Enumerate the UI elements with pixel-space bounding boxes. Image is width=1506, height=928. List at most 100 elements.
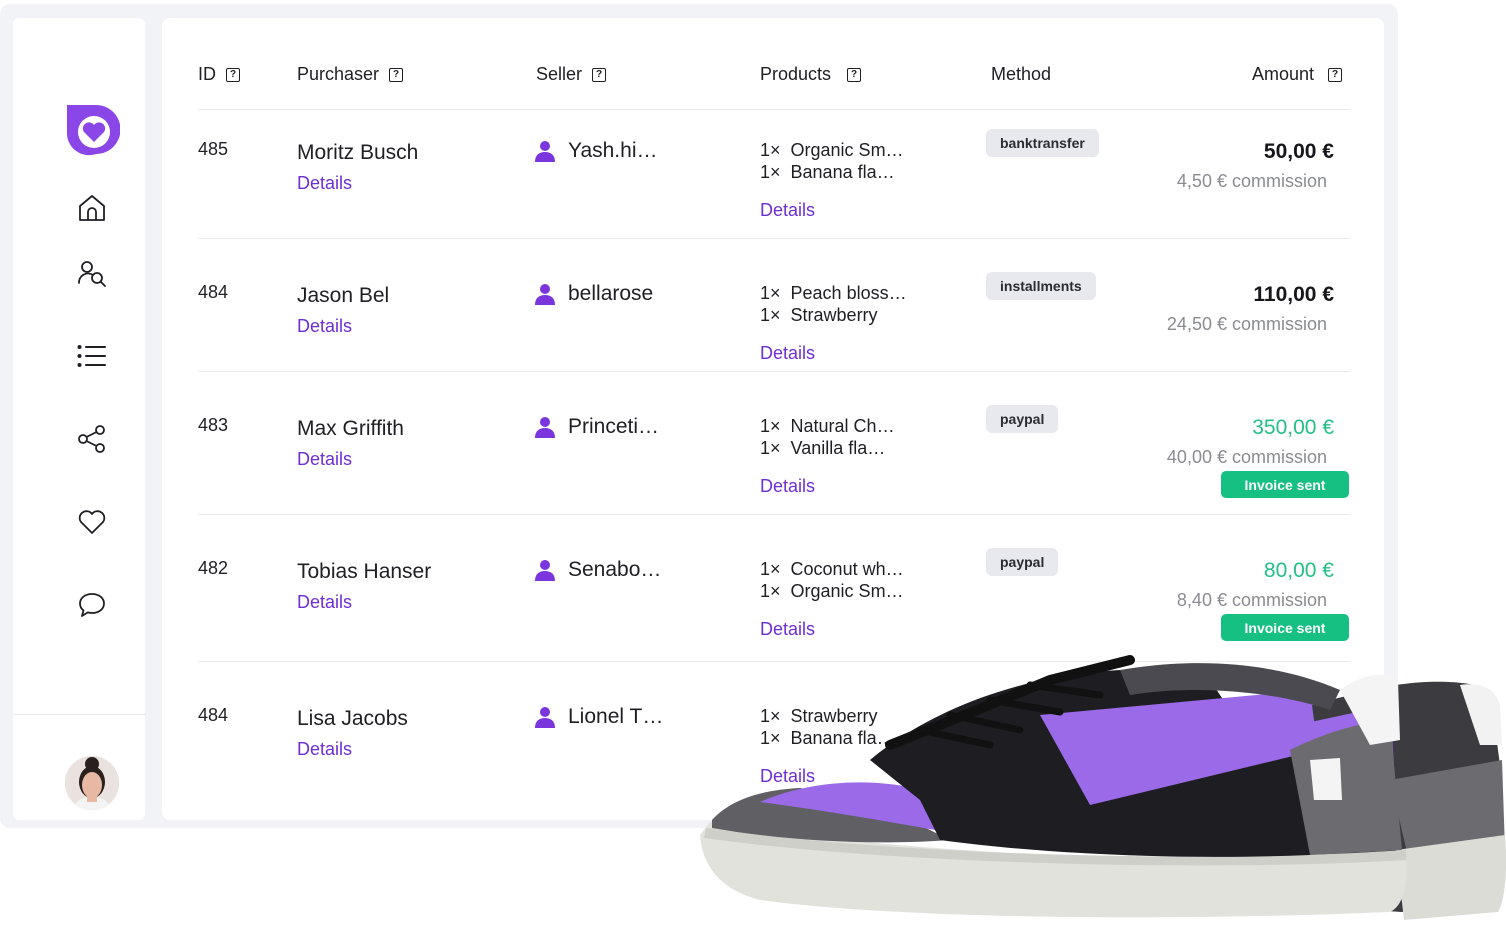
seller[interactable]: Lionel T… <box>534 705 663 729</box>
purchaser-name: Tobias Hanser <box>297 560 432 583</box>
column-header-label: Purchaser <box>297 64 380 84</box>
column-header-label: Products <box>760 64 832 84</box>
column-header-label: ID <box>198 64 216 84</box>
column-header-id[interactable]: ID ? <box>198 64 240 85</box>
product-item: 1× Banana fla… <box>760 161 904 183</box>
seller[interactable]: bellarose <box>534 282 653 306</box>
user-icon <box>535 707 555 728</box>
seller-name: Lionel T… <box>568 705 664 728</box>
product-item: 1× Peach bloss… <box>760 282 907 304</box>
home-icon[interactable] <box>73 189 111 227</box>
column-header-label: Amount <box>1252 64 1315 84</box>
help-icon[interactable]: ? <box>847 67 862 82</box>
product-name: Organic Sm… <box>790 581 904 601</box>
column-header-purchaser[interactable]: Purchaser ? <box>297 64 404 85</box>
purchaser-details-link[interactable]: Details <box>297 739 352 760</box>
purchaser-name: Lisa Jacobs <box>297 707 408 730</box>
column-header-amount[interactable]: Amount ? <box>1252 64 1343 85</box>
user-icon <box>535 284 555 305</box>
purchaser-name: Moritz Busch <box>297 141 419 164</box>
commission: 40,00 € commission <box>1166 447 1327 467</box>
product-name: Natural Ch… <box>790 416 895 436</box>
purchaser-name: Jason Bel <box>297 284 390 307</box>
products-details-link[interactable]: Details <box>760 200 815 221</box>
sneaker-image <box>700 655 1506 920</box>
column-header-label: Method <box>991 64 1052 84</box>
products-details-link[interactable]: Details <box>760 619 815 640</box>
commission: 24,50 € commission <box>1166 314 1327 334</box>
product-list: 1× Organic Sm… 1× Banana fla… <box>760 139 904 183</box>
brand-logo[interactable] <box>64 102 120 158</box>
purchaser-details-link[interactable]: Details <box>297 449 352 470</box>
seller-name: Yash.hi… <box>568 139 658 162</box>
column-header-seller[interactable]: Seller ? <box>536 64 607 85</box>
product-qty: 1× <box>760 283 781 303</box>
product-name: Peach bloss… <box>790 283 907 303</box>
heart-icon[interactable] <box>73 503 111 541</box>
product-name: Organic Sm… <box>790 140 904 160</box>
seller-name: bellarose <box>568 282 654 305</box>
product-qty: 1× <box>760 438 781 458</box>
sidebar <box>13 18 145 820</box>
user-icon <box>535 141 555 162</box>
header-divider <box>198 109 1350 110</box>
list-icon[interactable] <box>73 337 111 375</box>
help-icon[interactable]: ? <box>592 67 607 82</box>
product-qty: 1× <box>760 305 781 325</box>
product-list: 1× Natural Ch… 1× Vanilla fla… <box>760 415 895 459</box>
product-name: Banana fla… <box>790 162 895 182</box>
payment-method-badge: banktransfer <box>986 129 1099 157</box>
product-item: 1× Natural Ch… <box>760 415 895 437</box>
status-badge: Invoice sent <box>1221 614 1349 641</box>
product-item: 1× Organic Sm… <box>760 139 904 161</box>
user-icon <box>535 560 555 581</box>
product-qty: 1× <box>760 416 781 436</box>
seller[interactable]: Yash.hi… <box>534 139 658 163</box>
order-id: 484 <box>198 705 229 725</box>
payment-method-badge: paypal <box>986 548 1059 576</box>
products-details-link[interactable]: Details <box>760 476 815 497</box>
user-search-icon[interactable] <box>73 255 111 293</box>
help-icon[interactable]: ? <box>226 67 240 82</box>
order-amount: 80,00 € <box>1263 559 1334 582</box>
product-list: 1× Coconut wh… 1× Organic Sm… <box>760 558 904 602</box>
products-details-link[interactable]: Details <box>760 343 815 364</box>
chat-icon[interactable] <box>73 586 111 624</box>
row-divider <box>198 238 1350 239</box>
payment-method-badge: paypal <box>986 405 1059 433</box>
product-name: Strawberry <box>790 305 878 325</box>
purchaser-details-link[interactable]: Details <box>297 592 352 613</box>
order-id: 485 <box>198 139 229 159</box>
help-icon[interactable]: ? <box>1328 67 1343 82</box>
seller[interactable]: Senabo… <box>534 558 661 582</box>
purchaser-details-link[interactable]: Details <box>297 316 352 337</box>
column-header-method[interactable]: Method <box>991 64 1051 85</box>
row-divider <box>198 371 1350 372</box>
seller-name: Princeti… <box>568 415 660 438</box>
sidebar-divider <box>13 714 145 715</box>
commission: 4,50 € commission <box>1176 171 1327 191</box>
purchaser-name: Max Griffith <box>297 417 404 440</box>
seller[interactable]: Princeti… <box>534 415 659 439</box>
row-divider <box>198 514 1350 515</box>
order-id: 482 <box>198 558 229 578</box>
payment-method-badge: installments <box>986 272 1096 300</box>
status-badge: Invoice sent <box>1221 471 1349 498</box>
product-qty: 1× <box>760 559 781 579</box>
product-qty: 1× <box>760 162 781 182</box>
share-icon[interactable] <box>73 420 111 458</box>
product-item: 1× Organic Sm… <box>760 580 904 602</box>
order-amount: 50,00 € <box>1263 140 1334 163</box>
purchaser-details-link[interactable]: Details <box>297 173 352 194</box>
product-qty: 1× <box>760 140 781 160</box>
product-item: 1× Vanilla fla… <box>760 437 895 459</box>
seller-name: Senabo… <box>568 558 662 581</box>
product-qty: 1× <box>760 581 781 601</box>
order-amount: 350,00 € <box>1252 416 1334 439</box>
help-icon[interactable]: ? <box>389 67 404 82</box>
column-header-products[interactable]: Products ? <box>760 64 862 85</box>
order-amount: 110,00 € <box>1253 283 1334 306</box>
avatar[interactable] <box>65 756 119 810</box>
order-id: 484 <box>198 282 229 302</box>
product-name: Coconut wh… <box>790 559 904 579</box>
